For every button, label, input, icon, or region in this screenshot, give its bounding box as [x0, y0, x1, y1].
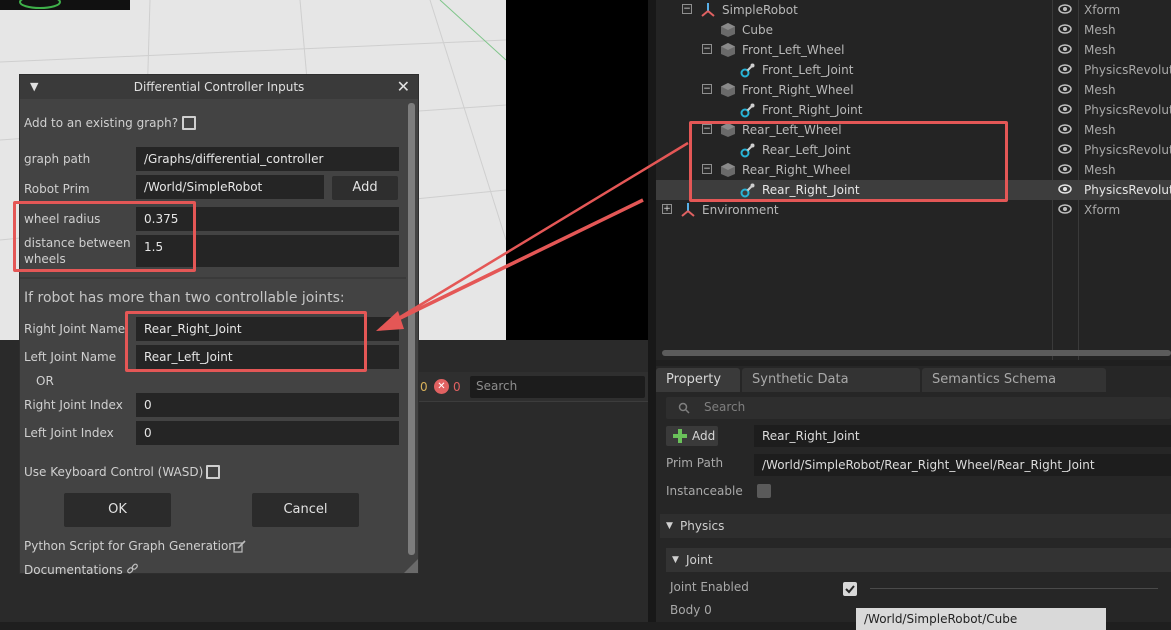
annotation-arrow	[376, 141, 689, 331]
